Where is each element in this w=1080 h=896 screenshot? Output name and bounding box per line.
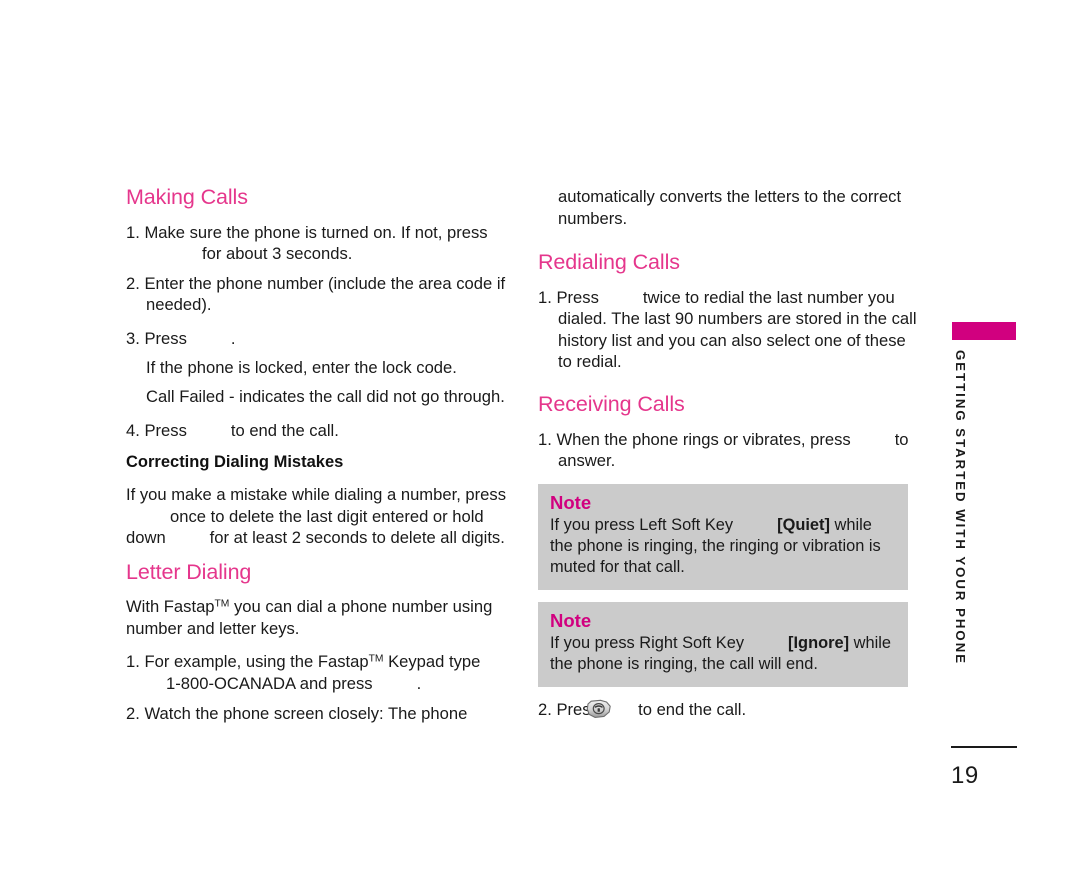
note-bold-label: [Quiet]	[777, 516, 830, 535]
letter-dialing-intro: With FastapTM you can dial a phone numbe…	[126, 596, 508, 639]
making-calls-step-4-text: 4. Press	[126, 420, 187, 440]
letter-dialing-intro-pre: With Fastap	[126, 597, 215, 617]
letter-dialing-step-2: 2. Watch the phone screen closely: The p…	[126, 703, 468, 723]
trademark-mark: TM	[368, 654, 384, 666]
making-calls-step-1: 1. Make sure the phone is turned on. If …	[126, 222, 508, 265]
letter-dialing-step-1-pre: 1. For example, using the Fastap	[126, 652, 369, 672]
correcting-line-3-post: for at least 2 seconds to delete all dig…	[209, 528, 505, 548]
note-bold-label: [Ignore]	[788, 634, 850, 653]
making-calls-step-1-line1: 1. Make sure the phone is turned on. If …	[126, 222, 488, 242]
heading-letter-dialing: Letter Dialing	[126, 559, 252, 584]
correcting-line-2: once to delete the last digit entered or…	[170, 506, 484, 526]
letter-dialing-step-1: 1. For example, using the FastapTM Keypa…	[126, 651, 508, 694]
note-text-pre: If you press Right Soft Key	[550, 634, 745, 653]
correcting-line-3-pre: down	[126, 528, 166, 548]
making-calls-step-3: 3. Press.	[126, 328, 508, 350]
note-box-ignore: Note If you press Right Soft Key [Ignore]…	[538, 602, 908, 688]
note-body: If you press Right Soft Key [Ignore] whil…	[550, 633, 896, 675]
left-column: Making Calls 1. Make sure the phone is t…	[126, 185, 508, 736]
heading-correcting-dialing-mistakes: Correcting Dialing Mistakes	[126, 453, 344, 472]
note-box-quiet: Note If you press Left Soft Key [Quiet] w…	[538, 483, 908, 591]
manual-page: Making Calls 1. Make sure the phone is t…	[0, 0, 1080, 896]
page-number: 19	[951, 762, 979, 789]
letter-dialing-continuation: automatically converts the letters to th…	[558, 187, 902, 228]
note-title: Note	[550, 491, 592, 513]
heading-making-calls: Making Calls	[126, 185, 248, 209]
letter-dialing-step-1-line2: 1-800-OCANADA and press.	[166, 673, 422, 693]
footer-rule	[951, 746, 1017, 748]
making-calls-step-2: 2. Enter the phone number (include the a…	[126, 273, 506, 315]
heading-redialing-calls: Redialing Calls	[538, 250, 680, 275]
end-call-key-icon	[586, 699, 632, 719]
making-calls-step-4-tail: to end the call.	[230, 420, 339, 440]
redialing-step-1-pre: 1. Press	[538, 287, 599, 307]
right-column: automatically converts the letters to th…	[538, 186, 920, 733]
receiving-step-1-pre: 1. When the phone rings or vibrates, pre…	[538, 429, 851, 449]
receiving-step-1: 1. When the phone rings or vibrates, pre…	[538, 429, 920, 472]
correcting-dialing-body: If you make a mistake while dialing a nu…	[126, 484, 508, 549]
making-calls-failed-note: Call Failed - indicates the call did not…	[146, 387, 505, 407]
letter-dialing-step-1-post: Keypad type	[383, 652, 481, 672]
making-calls-step-3-period: .	[230, 328, 236, 348]
note-text-pre: If you press Left Soft Key	[550, 516, 734, 535]
making-calls-step-4: 4. Press to end the call.	[126, 420, 508, 442]
receiving-step-2-post: to end the call.	[638, 700, 747, 720]
receiving-step-2: 2. Press to end the call.	[538, 699, 920, 721]
sidebar-accent-swatch	[952, 322, 1016, 340]
note-body: If you press Left Soft Key [Quiet] while …	[550, 515, 896, 578]
making-calls-step-1-line2: for about 3 seconds.	[202, 244, 353, 264]
making-calls-locked-note: If the phone is locked, enter the lock c…	[146, 358, 457, 378]
making-calls-step-3-text: 3. Press	[126, 328, 187, 348]
trademark-mark: TM	[214, 598, 230, 610]
note-title: Note	[550, 610, 592, 632]
heading-receiving-calls: Receiving Calls	[538, 392, 685, 417]
sidebar-section-label: GETTING STARTED WITH YOUR PHONE	[953, 350, 968, 666]
correcting-line-1: If you make a mistake while dialing a nu…	[126, 484, 506, 504]
